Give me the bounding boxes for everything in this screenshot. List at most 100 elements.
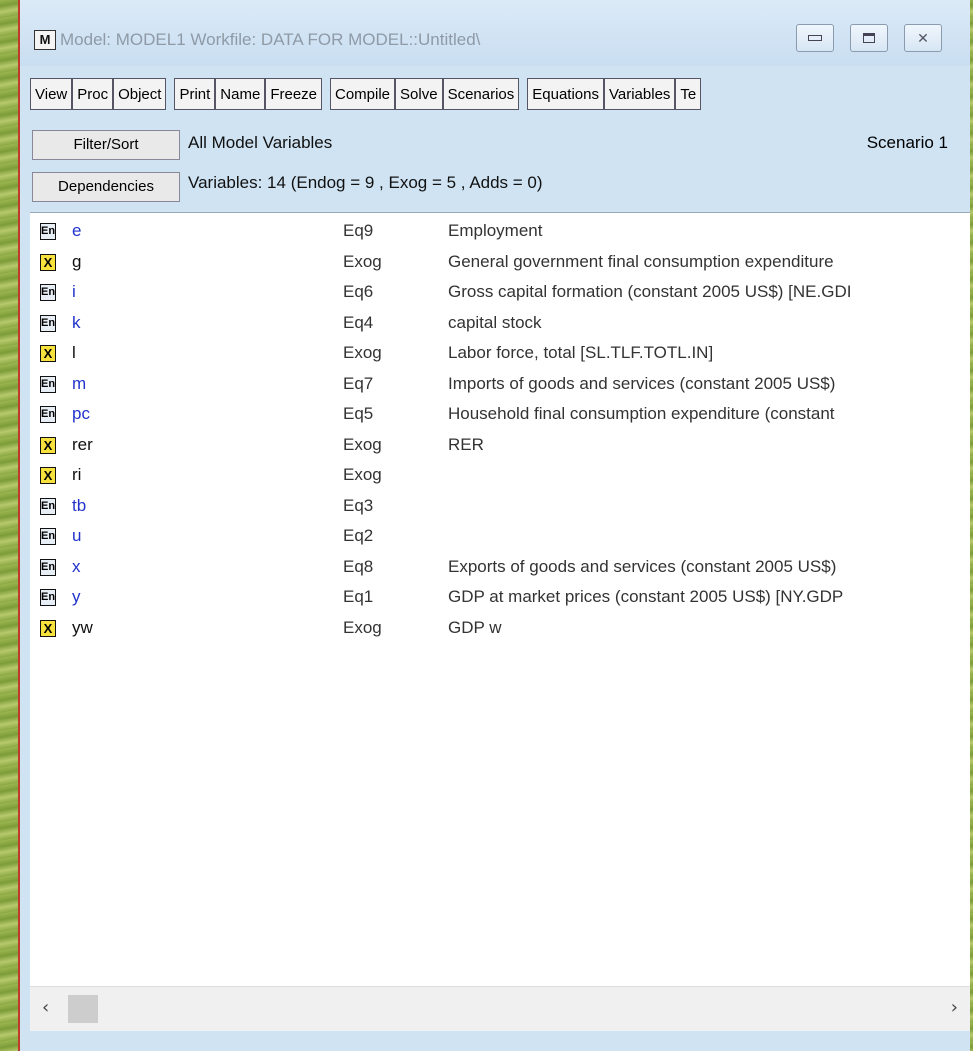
- endogenous-badge-icon: En: [40, 284, 56, 301]
- variable-row[interactable]: Xrer Exog RER: [30, 433, 970, 463]
- variable-name[interactable]: k: [72, 313, 81, 333]
- toolbar-button-proc[interactable]: Proc: [72, 78, 114, 110]
- variable-description: GDP w: [448, 617, 502, 637]
- variable-row[interactable]: En tb Eq3: [30, 494, 970, 524]
- title-bar[interactable]: M Model: MODEL1 Workfile: DATA FOR MODEL…: [20, 0, 970, 66]
- toolbar-separator: [322, 78, 330, 112]
- variable-row[interactable]: En pc Eq5 Household final consumption expen…: [30, 402, 970, 432]
- exogenous-badge-icon: X: [40, 253, 56, 271]
- desktop-background: [0, 0, 18, 1051]
- variable-description: RER: [448, 434, 484, 454]
- endogenous-badge-icon: En: [40, 528, 56, 545]
- toolbar-button-equations[interactable]: Equations: [527, 78, 604, 110]
- variable-row[interactable]: En y Eq1 GDP at market prices (constant 200…: [30, 585, 970, 615]
- maximize-button[interactable]: [850, 24, 888, 52]
- variable-name[interactable]: l: [72, 343, 76, 363]
- variable-name[interactable]: g: [72, 252, 81, 272]
- variable-equation: Exog: [343, 434, 382, 454]
- variable-description: Exports of goods and services (constant …: [448, 556, 837, 576]
- variable-equation: Eq8: [343, 556, 374, 576]
- model-window: M Model: MODEL1 Workfile: DATA FOR MODEL…: [18, 0, 970, 1051]
- variable-description: Household final consumption expenditure …: [448, 404, 835, 423]
- maximize-icon: [863, 33, 875, 43]
- variable-summary: Variables: 14 (Endog = 9 , Exog = 5 , Ad…: [188, 173, 543, 192]
- variable-row[interactable]: En x Eq8 Exports of goods and services (con…: [30, 555, 970, 585]
- variable-row[interactable]: En i Eq6 Gross capital formation (constant …: [30, 280, 970, 310]
- variable-equation: Exog: [343, 251, 382, 271]
- endogenous-badge-icon: En: [40, 497, 56, 515]
- variable-description: General government final consumption exp…: [448, 251, 834, 271]
- exogenous-badge-icon: X: [40, 345, 56, 362]
- variable-name[interactable]: i: [72, 282, 76, 302]
- variable-description: Labor force, total [SL.TLF.TOTL.IN]: [448, 343, 714, 362]
- dependencies-button[interactable]: Dependencies: [32, 172, 180, 202]
- variable-row[interactable]: Xyw Exog GDP w: [30, 616, 970, 646]
- toolbar-button-solve[interactable]: Solve: [395, 78, 443, 110]
- toolbar: View Proc Object Print Name Freeze Compile Solv…: [30, 78, 970, 112]
- variable-name[interactable]: ri: [72, 465, 81, 485]
- variable-equation: Eq9: [343, 221, 374, 240]
- toolbar-button-scenarios[interactable]: Scenarios: [442, 78, 520, 110]
- toolbar-button-variables[interactable]: Variables: [603, 78, 676, 110]
- endogenous-badge-icon: En: [40, 589, 56, 606]
- model-icon: M: [34, 30, 56, 50]
- endogenous-badge-icon: En: [40, 406, 56, 423]
- endogenous-badge-icon: En: [40, 223, 56, 240]
- info-panel: Filter/Sort Dependencies All Model Varia…: [20, 124, 970, 208]
- variable-row[interactable]: En k Eq4 capital stock: [30, 311, 970, 341]
- close-button[interactable]: ✕: [904, 24, 942, 52]
- exogenous-badge-icon: X: [40, 467, 56, 484]
- variable-equation: Exog: [343, 343, 382, 362]
- variable-name[interactable]: tb: [72, 496, 86, 516]
- toolbar-button-compile[interactable]: Compile: [330, 78, 396, 110]
- variable-equation: Eq2: [343, 526, 374, 545]
- variable-name[interactable]: rer: [72, 435, 93, 455]
- variable-name[interactable]: yw: [72, 618, 93, 638]
- toolbar-separator: [166, 78, 174, 112]
- variable-name[interactable]: y: [72, 587, 81, 607]
- variable-row[interactable]: En u Eq2: [30, 524, 970, 554]
- variable-equation: Eq5: [343, 404, 374, 423]
- minimize-icon: [808, 35, 822, 41]
- endogenous-badge-icon: En: [40, 314, 56, 332]
- minimize-button[interactable]: [796, 24, 834, 52]
- toolbar-button-object[interactable]: Object: [113, 78, 167, 110]
- variable-description: Gross capital formation (constant 2005 U…: [448, 282, 852, 301]
- endogenous-badge-icon: En: [40, 375, 56, 393]
- close-icon: ✕: [917, 29, 929, 46]
- variable-row[interactable]: Xri Exog: [30, 463, 970, 493]
- toolbar-separator: [519, 78, 527, 112]
- variable-name[interactable]: x: [72, 557, 81, 577]
- filter-sort-button[interactable]: Filter/Sort: [32, 130, 180, 160]
- chevron-right-icon[interactable]: ›: [951, 997, 958, 1018]
- variable-description: Employment: [448, 221, 543, 240]
- toolbar-button-print[interactable]: Print: [174, 78, 216, 110]
- toolbar-button-name[interactable]: Name: [215, 78, 266, 110]
- variable-row[interactable]: En m Eq7 Imports of goods and services (con…: [30, 372, 970, 402]
- toolbar-button-te[interactable]: Te: [675, 78, 702, 110]
- chevron-left-icon[interactable]: ‹: [42, 997, 49, 1018]
- variable-description: GDP at market prices (constant 2005 US$)…: [448, 587, 844, 606]
- toolbar-button-freeze[interactable]: Freeze: [265, 78, 322, 110]
- variable-equation: Eq7: [343, 373, 374, 393]
- toolbar-button-view[interactable]: View: [30, 78, 73, 110]
- variable-row[interactable]: Xl Exog Labor force, total [SL.TLF.TOTL.IN…: [30, 341, 970, 371]
- variable-equation: Eq4: [343, 312, 374, 332]
- variable-name[interactable]: pc: [72, 404, 90, 424]
- variable-name[interactable]: u: [72, 526, 81, 546]
- variable-equation: Exog: [343, 617, 382, 637]
- endogenous-badge-icon: En: [40, 558, 56, 576]
- horizontal-scrollbar[interactable]: ‹ ›: [30, 986, 970, 1031]
- variable-name[interactable]: e: [72, 221, 81, 241]
- variable-row[interactable]: Xg Exog General government final consumpti…: [30, 250, 970, 280]
- variable-equation: Eq6: [343, 282, 374, 301]
- exogenous-badge-icon: X: [40, 436, 56, 454]
- variable-equation: Eq1: [343, 587, 374, 606]
- variable-list: ‹ › En e Eq9 Employment Xg Exog General govern…: [30, 212, 970, 1031]
- window-title: Model: MODEL1 Workfile: DATA FOR MODEL::…: [60, 30, 481, 49]
- scenario-label: Scenario 1: [866, 133, 948, 152]
- variable-row[interactable]: En e Eq9 Employment: [30, 219, 970, 249]
- scrollbar-thumb[interactable]: [68, 995, 98, 1023]
- variable-description: capital stock: [448, 312, 542, 332]
- variable-name[interactable]: m: [72, 374, 86, 394]
